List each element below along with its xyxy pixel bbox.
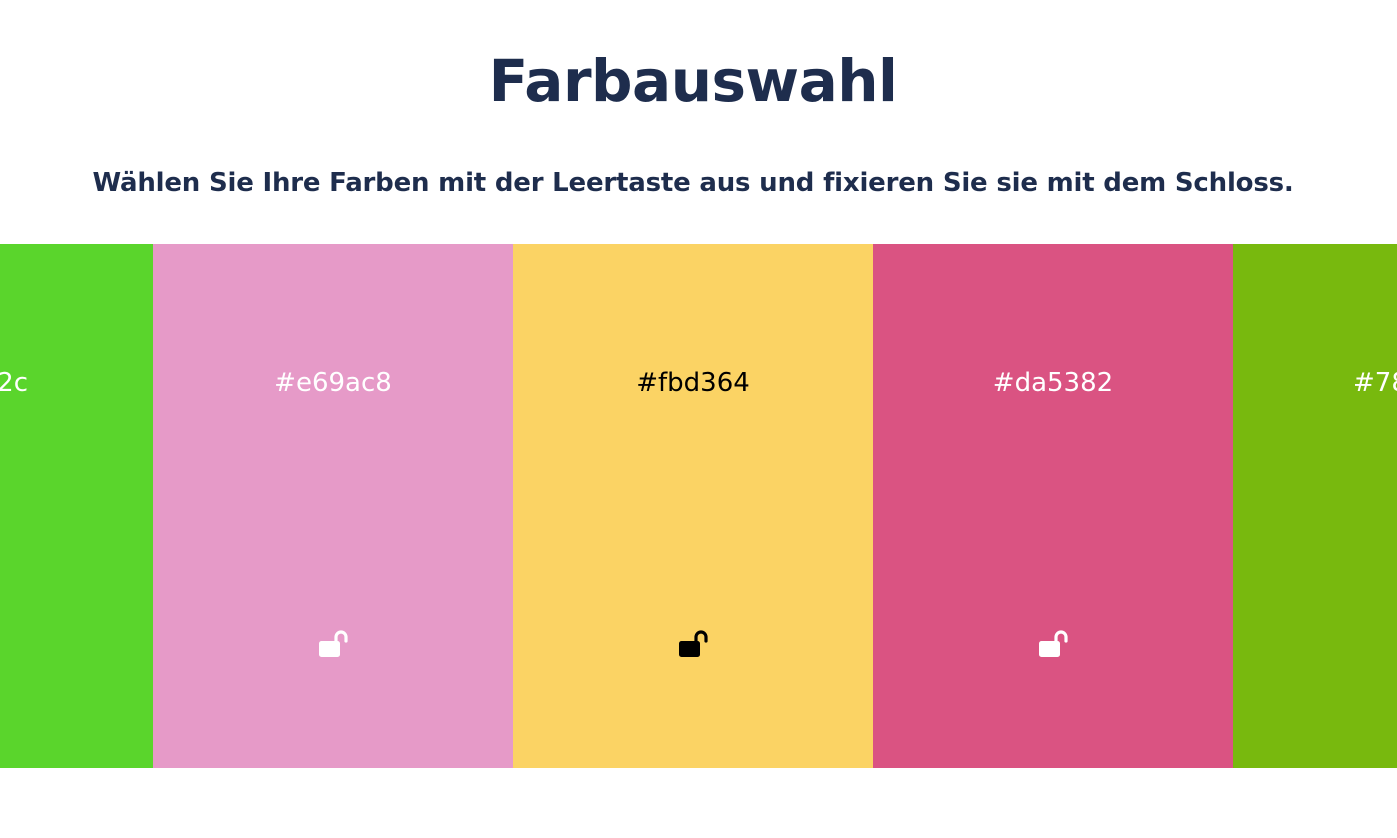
unlock-icon[interactable]: [1035, 628, 1071, 664]
hex-code[interactable]: #da5382: [873, 370, 1233, 396]
unlock-icon[interactable]: [315, 628, 351, 664]
unlock-icon[interactable]: [1393, 628, 1397, 664]
color-swatch[interactable]: #e69ac8: [153, 244, 513, 768]
hex-code[interactable]: 2c: [0, 370, 28, 396]
color-picker-page: Farbauswahl Wählen Sie Ihre Farben mit d…: [0, 0, 1397, 838]
color-swatch[interactable]: 2c: [0, 244, 153, 768]
color-swatch[interactable]: #78: [1233, 244, 1397, 768]
color-palette: 2c #e69ac8 #fbd364 #da5382 #7: [0, 244, 1397, 768]
hex-code[interactable]: #fbd364: [513, 370, 873, 396]
hex-code[interactable]: #78: [1353, 370, 1397, 396]
unlock-icon[interactable]: [675, 628, 711, 664]
color-swatch[interactable]: #fbd364: [513, 244, 873, 768]
color-swatch[interactable]: #da5382: [873, 244, 1233, 768]
page-subtitle: Wählen Sie Ihre Farben mit der Leertaste…: [92, 168, 1294, 198]
hex-code[interactable]: #e69ac8: [153, 370, 513, 396]
page-title: Farbauswahl: [488, 47, 898, 115]
